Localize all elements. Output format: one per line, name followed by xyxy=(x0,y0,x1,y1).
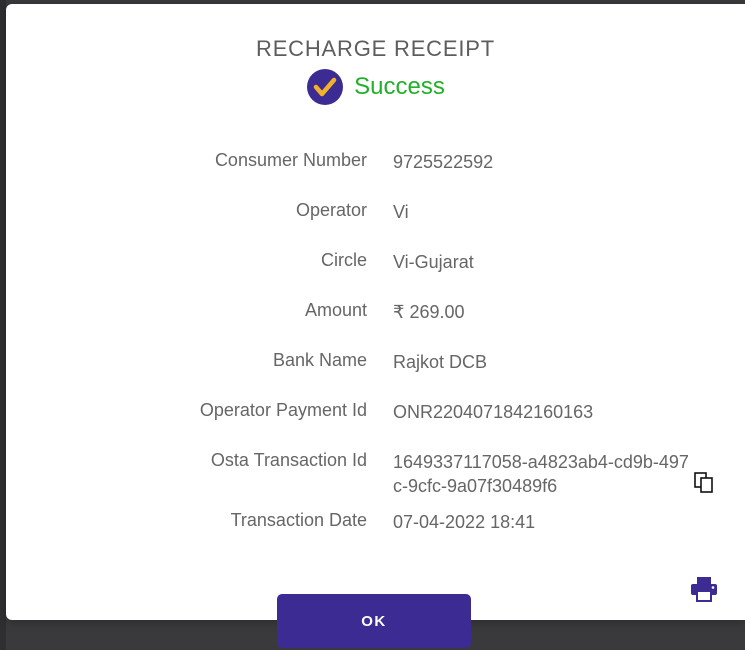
detail-value: 07-04-2022 18:41 xyxy=(393,512,536,532)
detail-value: Vi xyxy=(393,202,409,222)
status-text: Success xyxy=(354,73,445,100)
detail-label: Operator xyxy=(295,200,367,220)
detail-label: Bank Name xyxy=(272,350,367,370)
detail-value: 1649337117058-a4823ab4-cd9b-497c-9cfc-9a… xyxy=(393,452,689,496)
detail-value: ONR2204071842160163 xyxy=(393,402,594,422)
ok-button[interactable]: OK xyxy=(277,594,471,648)
printer-icon[interactable] xyxy=(690,576,718,602)
detail-label: Operator Payment Id xyxy=(199,400,367,420)
detail-label: Osta Transaction Id xyxy=(210,450,367,470)
detail-label: Consumer Number xyxy=(214,150,367,170)
copy-icon[interactable] xyxy=(694,472,714,494)
detail-label: Amount xyxy=(304,300,367,320)
detail-label: Circle xyxy=(320,250,367,270)
status-row: Success xyxy=(6,68,745,106)
check-circle-icon xyxy=(307,69,344,105)
receipt-dialog: RECHARGE RECEIPT Success Consumer Number… xyxy=(6,4,745,620)
detail-value: Rajkot DCB xyxy=(393,352,488,372)
detail-label: Transaction Date xyxy=(230,510,367,530)
receipt-title: RECHARGE RECEIPT xyxy=(256,36,495,61)
detail-value: ₹ 269.00 xyxy=(393,302,465,322)
detail-value: 9725522592 xyxy=(393,152,494,172)
detail-value: Vi-Gujarat xyxy=(393,252,474,272)
